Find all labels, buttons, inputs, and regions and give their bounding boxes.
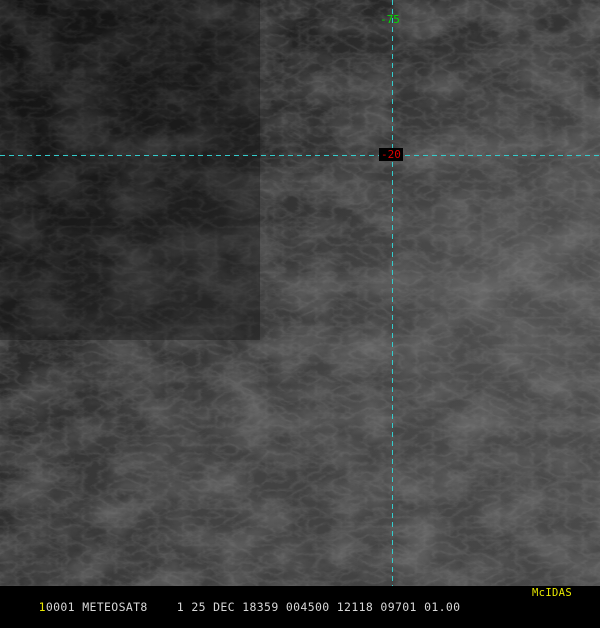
longitude-label: -75	[380, 13, 400, 26]
satellite-image-viewport[interactable]: -75 -20	[0, 0, 600, 600]
frame-number: 1	[38, 600, 46, 614]
mcidas-logo: McIDAS	[532, 587, 573, 599]
status-bar: 10001 METEOSAT8 1 25 DEC 18359 004500 12…	[0, 586, 600, 614]
satellite-imagery	[0, 0, 600, 600]
status-text: 0001 METEOSAT8 1 25 DEC 18359 004500 121…	[45, 600, 461, 614]
latitude-label: -20	[379, 148, 403, 161]
